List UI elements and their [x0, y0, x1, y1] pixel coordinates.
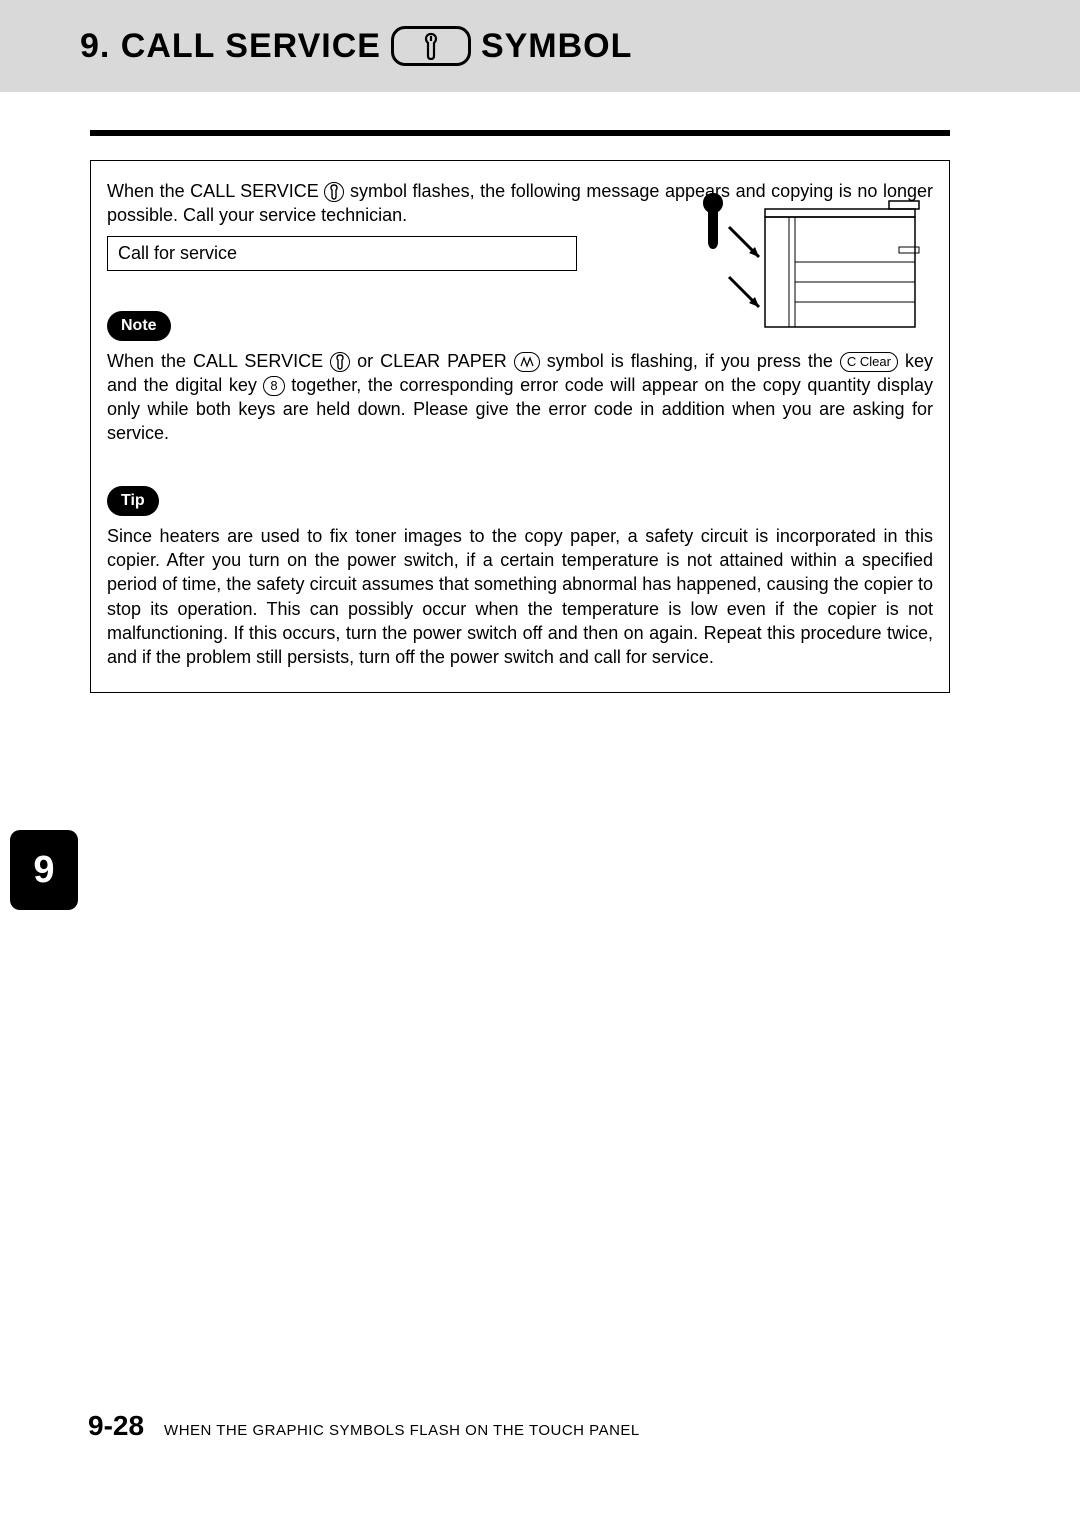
chapter-tab: 9: [10, 830, 78, 910]
clear-key-icon: C Clear: [840, 352, 898, 372]
page-number: 9-28: [88, 1410, 144, 1442]
title-right: SYMBOL: [481, 27, 632, 66]
message-text: Call for service: [118, 243, 237, 263]
eight-key-icon: 8: [263, 376, 284, 396]
footer-text: WHEN THE GRAPHIC SYMBOLS FLASH ON THE TO…: [164, 1422, 640, 1439]
wrench-symbol-icon: [391, 26, 471, 66]
paper-jam-inline-icon: [514, 352, 540, 372]
wrench-inline-icon: [330, 352, 350, 372]
note-t1: When the CALL SERVICE: [107, 351, 330, 371]
wrench-inline-icon: [324, 182, 344, 202]
tip-text: Since heaters are used to fix toner imag…: [107, 524, 933, 670]
note-t3: symbol is flashing, if you press the: [547, 351, 833, 371]
content-box: When the CALL SERVICE symbol flashes, th…: [90, 160, 950, 693]
header-bar: 9. CALL SERVICE SYMBOL: [0, 0, 1080, 92]
page-title: 9. CALL SERVICE SYMBOL: [80, 26, 632, 66]
divider: [90, 130, 950, 136]
footer: 9-28 WHEN THE GRAPHIC SYMBOLS FLASH ON T…: [88, 1410, 640, 1442]
copier-illustration: [689, 187, 929, 342]
tip-label: Tip: [107, 486, 159, 516]
title-left: 9. CALL SERVICE: [80, 27, 381, 66]
wrench-icon: [422, 32, 440, 60]
note-t2: or CLEAR PAPER: [357, 351, 514, 371]
note-label: Note: [107, 311, 171, 341]
message-box: Call for service: [107, 236, 577, 271]
intro-part1: When the CALL SERVICE: [107, 181, 324, 201]
note-text: When the CALL SERVICE or CLEAR PAPER sym…: [107, 349, 933, 446]
